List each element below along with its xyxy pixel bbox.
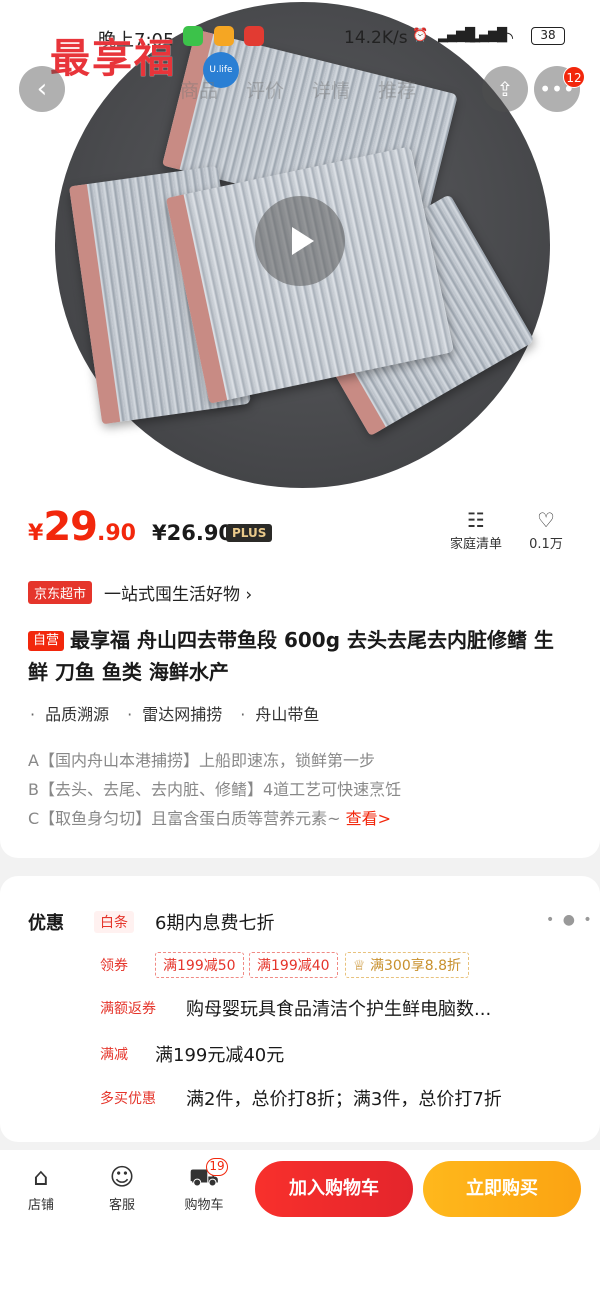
wifi-icon: ◠ bbox=[500, 28, 514, 47]
price-integer: 29 bbox=[43, 504, 98, 550]
notification-app-icon bbox=[244, 26, 264, 46]
buy-now-button[interactable]: 立即购买 bbox=[423, 1161, 581, 1217]
product-title-text: 最享福 舟山四去带鱼段 600g 去头去尾去内脏修鳍 生鲜 刀鱼 鱼类 海鲜水产 bbox=[28, 628, 554, 684]
list-add-icon: ☷ bbox=[467, 508, 485, 532]
duomai-label: 多买优惠 bbox=[100, 1091, 156, 1107]
self-operated-tag: 自营 bbox=[28, 631, 65, 651]
wechat-icon bbox=[183, 26, 203, 46]
coupon-item-plus[interactable]: ♕ 满300享8.8折 bbox=[345, 952, 470, 978]
play-icon bbox=[292, 227, 314, 255]
product-tabs: 商品 评价 详情 推荐 bbox=[180, 76, 416, 103]
jd-slogan-link[interactable]: 一站式囤生活好物 › bbox=[104, 580, 252, 605]
family-list-button[interactable]: ☷ 家庭清单 bbox=[444, 507, 508, 552]
product-tags: 品质溯源 雷达网捕捞 舟山带鱼 bbox=[30, 701, 319, 725]
coupon-item[interactable]: 满199减40 bbox=[249, 952, 338, 978]
coupon-item[interactable]: 满199减50 bbox=[155, 952, 244, 978]
baitiao-text: 6期内息费七折 bbox=[155, 913, 275, 934]
system-navigation-bar bbox=[0, 1230, 600, 1300]
tab-recommend[interactable]: 推荐 bbox=[378, 76, 416, 103]
alarm-icon: ⏰ bbox=[412, 28, 428, 43]
product-tag: 舟山带鱼 bbox=[240, 701, 319, 725]
heart-icon: ♡ bbox=[537, 508, 555, 532]
coupon-label: 领券 bbox=[100, 958, 128, 974]
family-list-label: 家庭清单 bbox=[449, 537, 502, 552]
cart-label: 购物车 bbox=[184, 1198, 224, 1213]
product-tag: 雷达网捕捞 bbox=[127, 701, 222, 725]
chat-icon: ☺ bbox=[109, 1163, 135, 1191]
share-button[interactable]: ⇪ bbox=[482, 66, 528, 112]
duomai-text: 满2件，总价打8折；满3件，总价打7折 bbox=[186, 1089, 502, 1110]
battery-indicator: 38 bbox=[531, 27, 565, 45]
crown-icon: ♕ bbox=[353, 958, 366, 974]
video-play-button[interactable] bbox=[255, 196, 345, 286]
favorite-count: 0.1万 bbox=[529, 537, 563, 552]
plus-price: ¥26.90 bbox=[152, 521, 234, 545]
tab-reviews[interactable]: 评价 bbox=[246, 76, 284, 103]
fanquan-text: 购母婴玩具食品清洁个护生鲜电脑数... bbox=[186, 999, 492, 1020]
tab-details[interactable]: 详情 bbox=[312, 76, 350, 103]
favorite-button[interactable]: ♡ 0.1万 bbox=[522, 507, 570, 552]
share-icon: ⇪ bbox=[496, 77, 514, 101]
baitiao-label: 白条 bbox=[94, 911, 134, 933]
manjian-text: 满199元减40元 bbox=[155, 1045, 285, 1066]
product-title: 自营 最享福 舟山四去带鱼段 600g 去头去尾去内脏修鳍 生鲜 刀鱼 鱼类 海鲜… bbox=[28, 624, 573, 688]
customer-service-label: 客服 bbox=[108, 1198, 135, 1213]
coupon-item-text: 满300享8.8折 bbox=[370, 958, 462, 974]
store-icon: ⌂ bbox=[33, 1163, 49, 1191]
view-more-link[interactable]: 查看> bbox=[346, 809, 391, 828]
jd-supermarket-tag[interactable]: 京东超市 bbox=[28, 581, 93, 604]
tab-goods[interactable]: 商品 bbox=[180, 76, 218, 103]
product-tag: 品质溯源 bbox=[30, 701, 109, 725]
plus-badge: PLUS bbox=[226, 524, 273, 542]
more-dots-icon[interactable]: • ● • bbox=[546, 912, 594, 928]
notification-app-icon bbox=[214, 26, 234, 46]
chevron-left-icon: ‹ bbox=[36, 74, 48, 104]
customer-service-button[interactable]: ☺ 客服 bbox=[97, 1160, 147, 1213]
back-button[interactable]: ‹ bbox=[19, 66, 65, 112]
desc-line: A【国内舟山本港捕捞】上船即速冻，锁鲜第一步 bbox=[28, 751, 375, 770]
network-speed: 14.2K/s bbox=[344, 28, 408, 48]
promotion-title: 优惠 bbox=[28, 913, 64, 934]
price-decimal: .90 bbox=[96, 521, 136, 546]
brand-logo: 最享福 bbox=[50, 35, 176, 82]
store-button[interactable]: ⌂ 店铺 bbox=[16, 1160, 66, 1213]
desc-line: B【去头、去尾、去内脏、修鳍】4道工艺可快速烹饪 bbox=[28, 780, 402, 799]
price-currency: ¥ bbox=[28, 521, 44, 546]
signal-icon: ▂▄▆█ bbox=[438, 28, 475, 43]
price: ¥ 29 .90 bbox=[28, 504, 136, 550]
cart-count-badge: 19 bbox=[206, 1158, 228, 1176]
manjian-label: 满减 bbox=[100, 1047, 128, 1063]
desc-line: C【取鱼身匀切】且富含蛋白质等营养元素~ bbox=[28, 809, 346, 828]
product-description: A【国内舟山本港捕捞】上船即速冻，锁鲜第一步 B【去头、去尾、去内脏、修鳍】4道… bbox=[28, 746, 401, 833]
fanquan-label: 满额返券 bbox=[100, 1001, 156, 1017]
notification-badge: 12 bbox=[563, 66, 585, 88]
store-label: 店铺 bbox=[27, 1198, 54, 1213]
add-to-cart-button[interactable]: 加入购物车 bbox=[255, 1161, 413, 1217]
